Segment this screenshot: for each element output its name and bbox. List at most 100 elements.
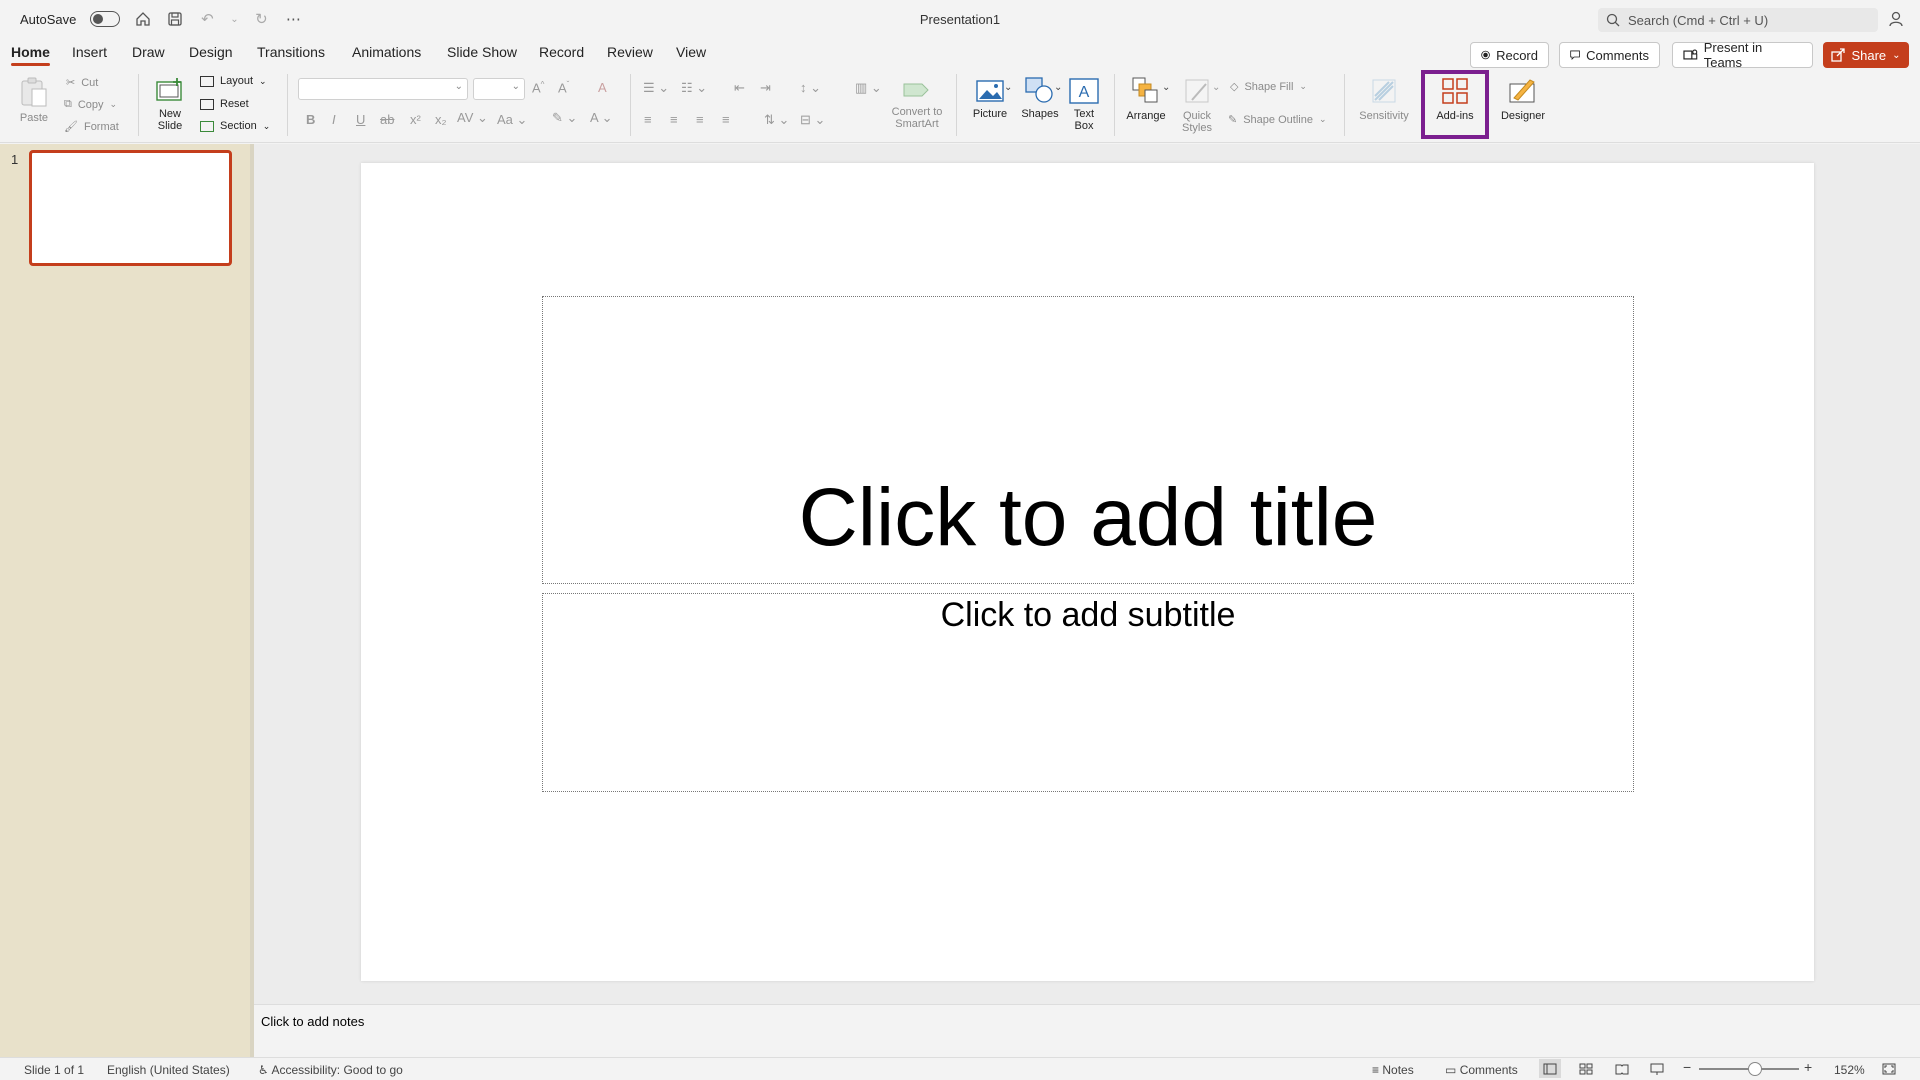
- slide-show-view-icon[interactable]: [1646, 1059, 1668, 1078]
- new-slide-label-1: New: [158, 108, 181, 120]
- decrease-font-icon[interactable]: Aˇ: [558, 80, 569, 95]
- record-button[interactable]: Record: [1470, 42, 1549, 68]
- cut-label: Cut: [81, 76, 99, 89]
- copy-button[interactable]: ⧉ Copy ⌄: [64, 98, 117, 111]
- line-spacing-icon[interactable]: ↕ ⌄: [800, 80, 821, 96]
- superscript-icon[interactable]: x²: [410, 112, 421, 127]
- subtitle-placeholder[interactable]: Click to add subtitle: [542, 593, 1634, 792]
- chevron-down-icon: ⌄: [1299, 81, 1307, 91]
- convert-to-smartart-button[interactable]: Convert to SmartArt: [886, 78, 948, 130]
- chevron-down-icon[interactable]: ⌄: [1212, 82, 1220, 93]
- designer-button[interactable]: Designer: [1496, 76, 1550, 122]
- comments-toggle[interactable]: ▭ Comments: [1445, 1063, 1518, 1077]
- italic-icon[interactable]: I: [332, 112, 336, 127]
- format-painter-button[interactable]: 🖌 Format: [64, 120, 119, 134]
- text-box-icon: A: [1069, 78, 1099, 104]
- slide-number: 1: [11, 152, 19, 167]
- comments-button[interactable]: Comments: [1559, 42, 1660, 68]
- tab-home[interactable]: Home: [11, 44, 50, 66]
- quick-styles-label-2: Styles: [1182, 122, 1212, 134]
- normal-view-icon[interactable]: [1539, 1059, 1561, 1078]
- ribbon-separator: [287, 74, 288, 136]
- title-placeholder[interactable]: Click to add title: [542, 296, 1634, 584]
- chevron-down-icon[interactable]: ⌄: [1162, 82, 1170, 93]
- smartart-icon: [903, 83, 929, 97]
- new-slide-icon: [156, 78, 182, 101]
- shape-outline-button[interactable]: ✎ Shape Outline ⌄: [1228, 113, 1326, 127]
- tab-design[interactable]: Design: [189, 44, 233, 60]
- section-button[interactable]: Section ⌄: [200, 120, 270, 132]
- clear-formatting-icon[interactable]: A: [598, 80, 607, 95]
- ribbon-separator: [1344, 74, 1345, 136]
- accessibility-status[interactable]: ♿︎ Accessibility: Good to go: [258, 1063, 403, 1077]
- accessibility-icon: ♿︎: [258, 1063, 269, 1077]
- text-box-label-1: Text: [1073, 108, 1095, 120]
- language-status[interactable]: English (United States): [107, 1063, 230, 1077]
- slide-sorter-view-icon[interactable]: [1575, 1059, 1597, 1078]
- reading-view-icon[interactable]: [1611, 1059, 1633, 1078]
- share-icon: [1831, 48, 1846, 62]
- scissors-icon: ✂: [66, 77, 76, 89]
- decrease-indent-icon[interactable]: ⇤: [734, 80, 745, 96]
- search-box[interactable]: Search (Cmd + Ctrl + U): [1598, 8, 1878, 32]
- zoom-slider-thumb[interactable]: [1748, 1062, 1762, 1076]
- reset-button[interactable]: Reset: [200, 98, 249, 110]
- tab-animations[interactable]: Animations: [352, 44, 421, 60]
- tab-draw[interactable]: Draw: [132, 44, 165, 60]
- tab-transitions[interactable]: Transitions: [257, 44, 325, 60]
- subscript-icon[interactable]: x₂: [435, 112, 447, 127]
- underline-icon[interactable]: U: [356, 112, 365, 127]
- layout-icon: [200, 75, 214, 87]
- tab-insert[interactable]: Insert: [72, 44, 107, 60]
- align-right-icon[interactable]: ≡: [696, 112, 704, 127]
- zoom-level[interactable]: 152%: [1834, 1063, 1865, 1077]
- justify-icon[interactable]: ≡: [722, 112, 730, 127]
- notes-pane[interactable]: [254, 1004, 1920, 1057]
- zoom-out-icon[interactable]: −: [1683, 1059, 1691, 1075]
- paste-button[interactable]: Paste: [14, 76, 54, 124]
- tab-record[interactable]: Record: [539, 44, 584, 60]
- zoom-in-icon[interactable]: +: [1804, 1059, 1812, 1075]
- tab-view[interactable]: View: [676, 44, 706, 60]
- increase-indent-icon[interactable]: ⇥: [760, 80, 771, 96]
- font-name-dropdown[interactable]: ⌄: [298, 78, 468, 100]
- tab-review[interactable]: Review: [607, 44, 653, 60]
- change-case-icon[interactable]: Aa ⌄: [497, 112, 527, 128]
- columns-icon[interactable]: ▥ ⌄: [855, 80, 882, 96]
- increase-font-icon[interactable]: A^: [532, 80, 544, 95]
- text-direction-icon[interactable]: ⇅ ⌄: [764, 112, 789, 128]
- accessibility-label: Accessibility: Good to go: [271, 1063, 403, 1077]
- align-left-icon[interactable]: ≡: [644, 112, 652, 127]
- font-color-icon[interactable]: A ⌄: [590, 110, 612, 126]
- bold-icon[interactable]: B: [306, 112, 315, 127]
- notes-toggle[interactable]: ≡ Notes: [1372, 1063, 1414, 1077]
- notes-placeholder[interactable]: Click to add notes: [261, 1014, 364, 1029]
- fit-to-window-icon[interactable]: [1878, 1059, 1900, 1078]
- comment-icon: [1570, 50, 1580, 61]
- slide-thumbnail[interactable]: [29, 150, 232, 266]
- character-spacing-icon[interactable]: AV ⌄: [457, 110, 488, 126]
- align-center-icon[interactable]: ≡: [670, 112, 678, 127]
- highlight-icon[interactable]: ✎ ⌄: [552, 110, 577, 126]
- present-in-teams-button[interactable]: Present in Teams: [1672, 40, 1813, 70]
- chevron-down-icon[interactable]: ⌄: [1054, 82, 1062, 93]
- account-icon[interactable]: [1888, 10, 1908, 30]
- pen-icon: ✎: [1228, 114, 1238, 126]
- convert-smartart-label-2: SmartArt: [895, 118, 939, 130]
- section-label: Section: [220, 120, 257, 132]
- strikethrough-icon[interactable]: ab: [380, 112, 394, 127]
- sensitivity-button[interactable]: Sensitivity: [1355, 76, 1413, 122]
- numbering-icon[interactable]: ☷ ⌄: [681, 80, 707, 96]
- new-slide-button[interactable]: New Slide: [148, 76, 192, 132]
- text-box-button[interactable]: A Text Box: [1068, 78, 1100, 132]
- share-button[interactable]: Share ⌄: [1823, 42, 1909, 68]
- align-text-icon[interactable]: ⊟ ⌄: [800, 112, 825, 128]
- subtitle-placeholder-text: Click to add subtitle: [940, 596, 1236, 634]
- font-size-dropdown[interactable]: ⌄: [473, 78, 525, 100]
- shape-fill-button[interactable]: ◇ Shape Fill ⌄: [1230, 80, 1307, 94]
- bullets-icon[interactable]: ☰ ⌄: [643, 80, 669, 96]
- tab-slide-show[interactable]: Slide Show: [447, 44, 517, 60]
- chevron-down-icon[interactable]: ⌄: [1004, 82, 1012, 93]
- layout-button[interactable]: Layout ⌄: [200, 75, 267, 87]
- cut-button[interactable]: ✂ Cut: [66, 76, 99, 90]
